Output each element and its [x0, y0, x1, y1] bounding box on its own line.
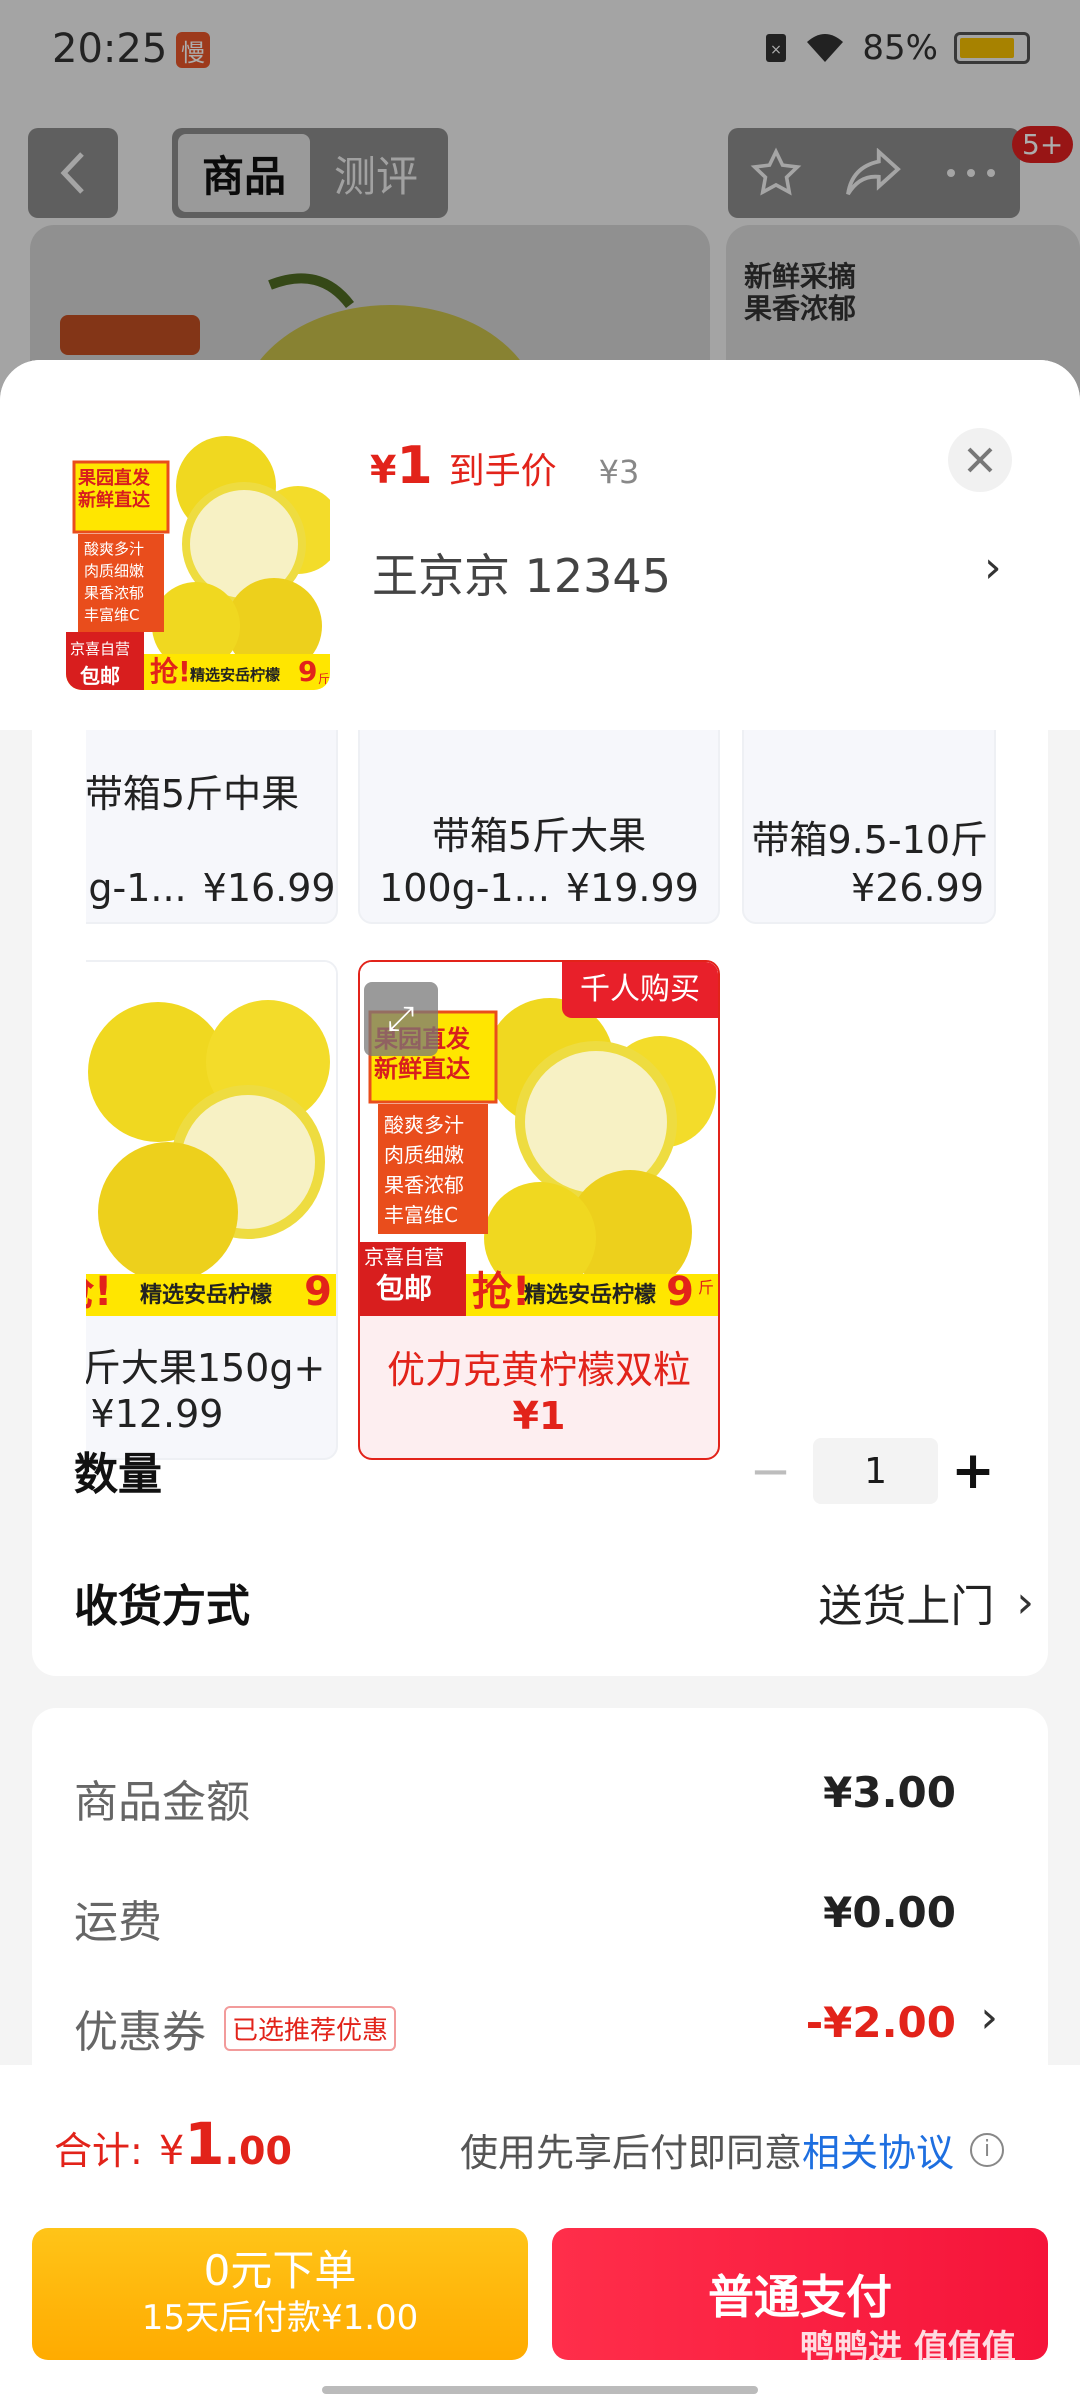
- variant-weight-unit: 斤: [697, 1278, 714, 1297]
- hot-badge: 千人购买: [562, 962, 718, 1018]
- tag-line1: 果园直发: [78, 468, 150, 489]
- close-icon: [967, 447, 993, 473]
- watermark: 鸭鸭进 值值值: [800, 2328, 1016, 2368]
- quantity-plus-button[interactable]: +: [938, 1441, 1008, 1501]
- chevron-right-icon: ›: [1016, 1576, 1034, 1628]
- goods-amount-label: 商品金额: [74, 1777, 250, 1828]
- variant-name: 3斤大果150g+: [86, 1346, 326, 1390]
- agreement-text: 使用先享后付即同意 相关协议 i: [460, 2122, 1005, 2177]
- total-decimal: .00: [224, 2129, 292, 2173]
- variant-price: ¥26.99: [851, 866, 984, 910]
- variant-name: 带箱9.5-10斤: [751, 818, 989, 862]
- coupon-tag: 已选推荐优惠: [224, 2005, 397, 2051]
- price-row: ¥1 到手价 ¥3: [370, 436, 639, 496]
- variant-spec: 100g-1...: [379, 866, 550, 910]
- variant-price: ¥1: [512, 1394, 566, 1438]
- variant-card-selected[interactable]: 果园直发 新鲜直达 酸爽多汁 肉质细嫩 果香浓郁 丰富维C 京喜自营 包邮 抢!…: [358, 960, 720, 1460]
- shipping-label: 运费: [74, 1897, 162, 1948]
- price-value: 1: [396, 436, 433, 496]
- variant-price: ¥16.99: [202, 866, 336, 910]
- variant-name: 优力克黄柠檬双粒: [386, 1348, 691, 1392]
- variant-price: ¥12.99: [90, 1392, 224, 1436]
- tag-line2: 新鲜直达: [78, 490, 150, 511]
- tag-line2: 新鲜直达: [374, 1055, 470, 1083]
- variant-card[interactable]: 带箱5斤大果 100g-1... ¥19.99: [358, 730, 720, 924]
- jd-label: 京喜自营: [70, 640, 131, 658]
- variant-name: 带箱5斤大果: [431, 814, 647, 858]
- variant-grab: 抢!: [472, 1269, 531, 1315]
- price-symbol: ¥: [370, 448, 397, 492]
- variant-weight: 9: [304, 1269, 332, 1315]
- dim-overlay[interactable]: [0, 0, 1080, 420]
- feature-item: 酸爽多汁: [84, 540, 145, 558]
- shipping-value: ¥0.00: [823, 1888, 956, 1937]
- goods-amount-value: ¥3.00: [823, 1768, 956, 1817]
- thumb-weight: 9: [298, 655, 318, 688]
- agreement-prefix: 使用先享后付即同意: [460, 2131, 803, 2175]
- info-icon[interactable]: i: [970, 2132, 1005, 2167]
- feature-item: 果香浓郁: [84, 584, 145, 602]
- feature-item: 肉质细嫩: [384, 1143, 464, 1167]
- total-symbol: ¥: [158, 2128, 185, 2174]
- variant-desc: 精选安岳柠檬: [524, 1283, 657, 1308]
- pay-later-button[interactable]: 0元下单 15天后付款¥1.00: [32, 2228, 528, 2360]
- total-label: 合计:: [54, 2129, 143, 2173]
- agreement-link[interactable]: 相关协议: [802, 2122, 954, 2177]
- address-line[interactable]: 王京京 12345: [372, 540, 671, 606]
- variant-grab: 抢!: [86, 1269, 113, 1315]
- price-label: 到手价: [448, 451, 557, 492]
- jd-sub: 包邮: [80, 664, 120, 688]
- original-price: ¥3: [598, 453, 640, 491]
- variant-card[interactable]: 带箱5斤中果 g-1... ¥16.99: [86, 730, 338, 924]
- variant-name: 带箱5斤中果: [86, 772, 300, 816]
- quantity-stepper: − 1 +: [728, 1436, 1008, 1506]
- coupon-row[interactable]: 优惠券 已选推荐优惠: [74, 1996, 397, 2060]
- variant-desc: 精选安岳柠檬: [140, 1283, 273, 1308]
- variant-spec: g-1...: [88, 866, 187, 910]
- product-thumbnail[interactable]: 果园直发 新鲜直达 酸爽多汁 肉质细嫩 果香浓郁 丰富维C 京喜自营 包邮 抢!…: [66, 426, 330, 690]
- feature-item: 果香浓郁: [384, 1173, 464, 1197]
- total-amount: 合计: ¥ 1 .00: [54, 2110, 292, 2178]
- variant-image: 抢! 精选安岳柠檬 9: [86, 962, 336, 1316]
- delivery-selector[interactable]: 送货上门 ›: [818, 1570, 1034, 1634]
- quantity-minus-button[interactable]: −: [728, 1442, 813, 1500]
- variant-card[interactable]: 带箱9.5-10斤 ¥26.99: [742, 730, 996, 924]
- feature-item: 酸爽多汁: [384, 1113, 464, 1137]
- chevron-right-icon[interactable]: ›: [980, 1992, 998, 2043]
- thumb-desc: 精选安岳柠檬: [190, 666, 281, 684]
- feature-item: 丰富维C: [384, 1203, 458, 1227]
- feature-item: 丰富维C: [84, 606, 140, 624]
- address-chevron-icon[interactable]: ›: [984, 542, 1002, 593]
- variant-price: ¥19.99: [565, 866, 699, 910]
- delivery-label: 收货方式: [74, 1581, 250, 1632]
- coupon-label: 优惠券: [74, 2007, 206, 2058]
- pay-later-subtitle: 15天后付款¥1.00: [141, 2298, 419, 2338]
- lemon-image: [86, 962, 336, 1316]
- quantity-label: 数量: [74, 1449, 162, 1500]
- current-price: ¥1: [370, 436, 433, 496]
- quantity-input[interactable]: 1: [813, 1438, 938, 1504]
- feature-item: 肉质细嫩: [84, 562, 145, 580]
- variant-weight: 9: [666, 1269, 694, 1315]
- thumb-grab: 抢!: [150, 655, 191, 688]
- jd-sub: 包邮: [376, 1272, 433, 1305]
- home-indicator[interactable]: [322, 2386, 758, 2394]
- total-integer: 1: [184, 2110, 225, 2178]
- expand-icon[interactable]: ⤢: [364, 982, 438, 1056]
- thumb-weight-unit: 斤: [318, 672, 330, 686]
- jd-label: 京喜自营: [364, 1245, 444, 1269]
- pay-later-title: 0元下单: [203, 2246, 357, 2295]
- delivery-value: 送货上门: [818, 1581, 995, 1632]
- coupon-value[interactable]: -¥2.00: [806, 1998, 956, 2047]
- variant-card[interactable]: 抢! 精选安岳柠檬 9 3斤大果150g+ ¥12.99: [86, 960, 338, 1460]
- close-button[interactable]: [948, 428, 1012, 492]
